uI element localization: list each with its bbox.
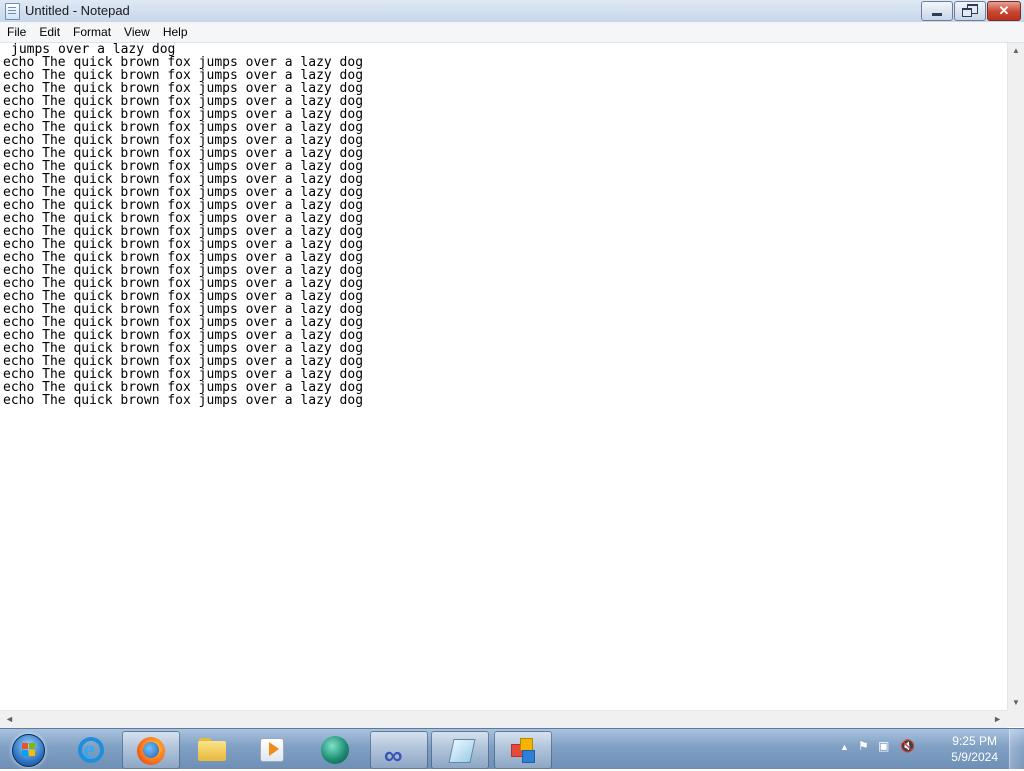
clock-date: 5/9/2024 [951,750,998,764]
taskbar-file-explorer[interactable] [184,731,240,767]
system-tray: ▲ ⚑ ▣ 🔇 9:25 PM 5/9/2024 [834,729,1024,769]
notepad-icon [5,3,20,20]
menu-format[interactable]: Format [66,22,117,42]
infinity-icon: ∞ [384,740,403,770]
window-controls: ✕ [920,1,1021,21]
close-icon: ✕ [998,3,1010,18]
volume-muted-icon[interactable]: 🔇 [900,739,915,753]
scroll-down-icon[interactable]: ▼ [1012,698,1020,707]
horizontal-scrollbar[interactable]: ◄ ► [0,710,1007,728]
close-button[interactable]: ✕ [987,1,1021,21]
scroll-up-icon[interactable]: ▲ [1012,46,1020,55]
editor-line: echo The quick brown fox jumps over a la… [3,393,364,408]
taskbar-firefox[interactable] [122,731,180,769]
menu-help[interactable]: Help [156,22,194,42]
scroll-left-icon[interactable]: ◄ [5,714,14,724]
windows-orb-icon [12,734,45,767]
taskbar-multi-window-app[interactable] [494,731,552,769]
taskbar-media-player[interactable] [244,731,300,767]
window-title: Untitled - Notepad [25,3,130,18]
action-center-flag-icon[interactable]: ⚑ [858,739,869,753]
menu-file[interactable]: File [0,22,32,42]
menu-bar: File Edit Format View Help [0,22,1024,43]
menu-edit[interactable]: Edit [32,22,66,42]
taskbar-notepad[interactable] [431,731,489,769]
taskbar-infinity-app[interactable]: ∞ [370,731,428,770]
start-button[interactable] [4,730,50,768]
menu-view[interactable]: View [117,22,156,42]
clock-time: 9:25 PM [952,734,997,748]
taskbar-green-sphere-app[interactable] [307,731,363,767]
show-hidden-icons-icon[interactable]: ▲ [840,742,849,752]
restore-button[interactable] [954,1,986,21]
editor-lines: echo The quick brown fox jumps over a la… [0,56,1007,407]
minimize-icon [932,13,942,16]
blue-square-icon [522,750,535,763]
taskbar: e ∞ ▲ ⚑ ▣ 🔇 9:25 PM 5/9/2024 [0,728,1024,770]
folder-icon [198,741,226,761]
text-editor[interactable]: jumps over a lazy dog echo The quick bro… [0,43,1007,710]
clock[interactable]: 9:25 PM 5/9/2024 [951,733,998,765]
network-icon[interactable]: ▣ [878,739,889,753]
show-desktop-button[interactable] [1009,729,1024,769]
notepad-taskbar-icon [448,739,476,763]
restore-icon-front [962,8,972,17]
vertical-scrollbar[interactable]: ▲ ▼ [1007,43,1024,710]
minimize-button[interactable] [921,1,953,21]
scrollbar-corner [1007,710,1024,727]
taskbar-internet-explorer[interactable]: e [62,731,118,767]
scroll-right-icon[interactable]: ► [993,714,1002,724]
title-bar[interactable]: Untitled - Notepad ✕ [0,0,1024,23]
green-sphere-icon [321,736,349,764]
